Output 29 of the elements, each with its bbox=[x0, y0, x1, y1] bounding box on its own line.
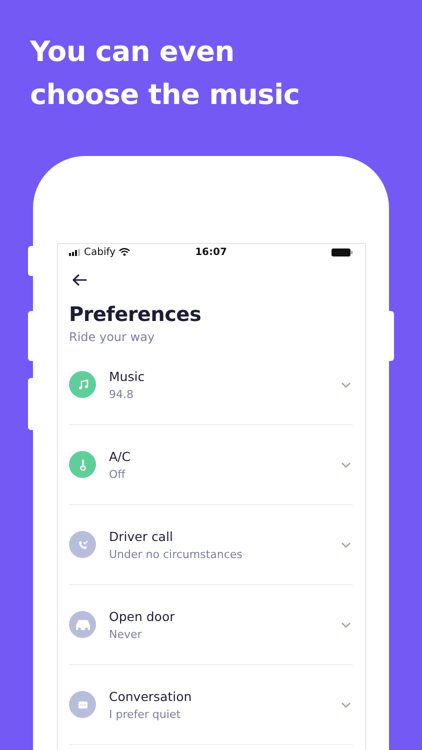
preference-title: Music bbox=[109, 368, 146, 384]
preference-value: Never bbox=[109, 628, 143, 640]
preference-title: Conversation bbox=[109, 688, 193, 704]
chevron-down-icon bbox=[341, 382, 351, 388]
carrier-name: Cabify bbox=[84, 246, 116, 258]
signal-icon bbox=[69, 248, 81, 256]
preference-row[interactable]: Conversation I prefer quiet bbox=[69, 665, 353, 745]
preference-value: I prefer quiet bbox=[109, 708, 182, 720]
preference-title: A/C bbox=[109, 448, 132, 464]
back-arrow-icon[interactable] bbox=[72, 274, 87, 286]
status-time: 16:07 bbox=[195, 246, 227, 258]
preference-value: Under no circumstances bbox=[109, 548, 244, 560]
preference-value: 94.8 bbox=[109, 388, 134, 400]
preference-title: Driver call bbox=[109, 528, 174, 544]
chevron-down-icon bbox=[341, 702, 351, 708]
preference-title: Open door bbox=[109, 608, 176, 624]
preference-value: Off bbox=[109, 468, 126, 480]
preference-row[interactable]: A/C Off bbox=[69, 425, 353, 505]
preference-row[interactable]: Open door Never bbox=[69, 585, 353, 665]
headline: You can even choose the music bbox=[28, 34, 301, 113]
battery-icon bbox=[331, 248, 353, 256]
preference-row[interactable]: Music 94.8 bbox=[69, 345, 353, 425]
page-title: Preferences bbox=[69, 302, 202, 326]
chevron-down-icon bbox=[341, 622, 351, 628]
preference-row[interactable]: Driver call Under no circumstances bbox=[69, 505, 353, 585]
page-subtitle: Ride your way bbox=[69, 330, 156, 344]
chevron-down-icon bbox=[341, 542, 351, 548]
chevron-down-icon bbox=[341, 462, 351, 468]
wifi-icon bbox=[118, 248, 130, 256]
